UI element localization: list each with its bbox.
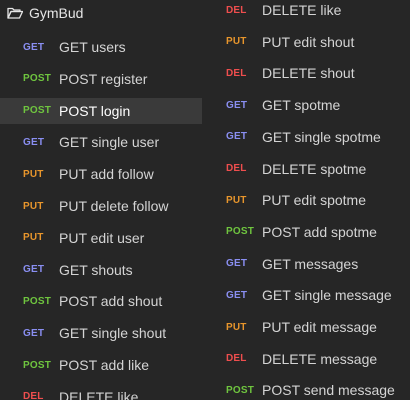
- request-name: GET users: [59, 39, 126, 55]
- method-badge: GET: [23, 264, 45, 276]
- request-item[interactable]: DEL DELETE spotme: [202, 156, 410, 182]
- collection-folder[interactable]: GymBud: [0, 0, 202, 26]
- request-item[interactable]: POST POST login: [0, 97, 202, 124]
- request-name: DELETE message: [262, 350, 378, 367]
- method-badge: PUT: [23, 232, 44, 244]
- request-item[interactable]: GET GET shouts: [0, 257, 202, 283]
- request-item[interactable]: POST POST send message: [202, 377, 410, 400]
- request-list-panel: GymBud GET GET users POST POST register POST…: [0, 0, 410, 400]
- request-name: PUT edit shout: [262, 33, 355, 50]
- request-name: GET shouts: [59, 261, 133, 278]
- method-badge: POST: [226, 384, 255, 396]
- method-badge: GET: [226, 131, 248, 143]
- request-name: DELETE spotme: [262, 160, 367, 177]
- request-item[interactable]: GET GET spotme: [202, 92, 410, 118]
- request-item[interactable]: POST POST add like: [0, 352, 202, 378]
- request-name: POST add shout: [59, 293, 163, 310]
- method-badge: GET: [23, 327, 45, 339]
- method-badge: PUT: [23, 200, 44, 212]
- method-badge: GET: [23, 41, 45, 53]
- method-badge: POST: [23, 73, 52, 85]
- method-badge: POST: [23, 105, 52, 117]
- request-item[interactable]: GET GET messages: [202, 251, 410, 277]
- method-badge: POST: [23, 295, 52, 307]
- request-name: PUT edit message: [262, 319, 377, 335]
- method-badge: POST: [226, 226, 255, 238]
- request-item[interactable]: POST POST add shout: [0, 288, 202, 314]
- method-badge: PUT: [226, 36, 247, 48]
- request-name: POST add like: [59, 357, 150, 373]
- request-item[interactable]: DEL DELETE like: [202, 0, 410, 23]
- request-item[interactable]: DEL DELETE like: [0, 384, 202, 400]
- request-item[interactable]: PUT PUT edit shout: [202, 29, 410, 55]
- request-item[interactable]: PUT PUT add follow: [0, 161, 202, 187]
- request-name: GET single message: [262, 287, 392, 304]
- request-item[interactable]: GET GET single shout: [0, 320, 202, 346]
- method-badge: DEL: [226, 353, 247, 365]
- request-item[interactable]: PUT PUT edit message: [202, 314, 410, 340]
- method-badge: POST: [23, 359, 52, 371]
- request-name: POST register: [59, 70, 148, 87]
- request-name: PUT edit spotme: [262, 192, 367, 209]
- method-badge: GET: [226, 99, 248, 111]
- request-name: GET single shout: [59, 325, 167, 342]
- method-badge: PUT: [226, 194, 247, 206]
- request-name: GET messages: [262, 255, 359, 272]
- request-name: PUT delete follow: [59, 198, 169, 214]
- request-name: DELETE like: [59, 388, 139, 400]
- request-name: POST send message: [262, 382, 395, 399]
- request-name: PUT add follow: [59, 166, 154, 183]
- request-name: POST login: [59, 102, 131, 119]
- request-name: GET single user: [59, 134, 160, 151]
- method-badge: GET: [23, 136, 45, 148]
- request-item[interactable]: GET GET single spotme: [202, 124, 410, 150]
- method-badge: PUT: [23, 168, 44, 180]
- request-name: DELETE shout: [262, 65, 355, 82]
- request-item[interactable]: DEL DELETE message: [202, 346, 410, 372]
- request-name: PUT edit user: [59, 229, 145, 246]
- request-name: DELETE like: [262, 2, 342, 18]
- method-badge: PUT: [226, 321, 247, 333]
- request-item[interactable]: GET GET single message: [202, 282, 410, 308]
- request-item[interactable]: PUT PUT edit spotme: [202, 187, 410, 213]
- method-badge: DEL: [23, 391, 44, 400]
- request-item[interactable]: POST POST add spotme: [202, 219, 410, 245]
- method-badge: DEL: [226, 4, 247, 16]
- request-item[interactable]: DEL DELETE shout: [202, 60, 410, 86]
- request-item[interactable]: GET GET users: [0, 34, 202, 60]
- request-name: POST add spotme: [262, 223, 377, 240]
- request-item[interactable]: PUT PUT edit user: [0, 225, 202, 251]
- method-badge: DEL: [226, 67, 247, 79]
- left-column: GymBud GET GET users POST POST register POST…: [0, 0, 202, 400]
- request-item[interactable]: GET GET single user: [0, 129, 202, 155]
- method-badge: DEL: [226, 163, 247, 174]
- right-column: DEL DELETE like PUT PUT edit shout DEL DELETE…: [202, 0, 410, 400]
- request-item[interactable]: PUT PUT delete follow: [0, 193, 202, 219]
- folder-open-icon: [7, 7, 23, 19]
- request-item[interactable]: POST POST register: [0, 66, 202, 92]
- method-badge: GET: [226, 289, 248, 301]
- method-badge: GET: [226, 258, 248, 270]
- request-name: GET spotme: [262, 97, 341, 114]
- collection-name: GymBud: [29, 5, 84, 21]
- request-name: GET single spotme: [262, 128, 381, 145]
